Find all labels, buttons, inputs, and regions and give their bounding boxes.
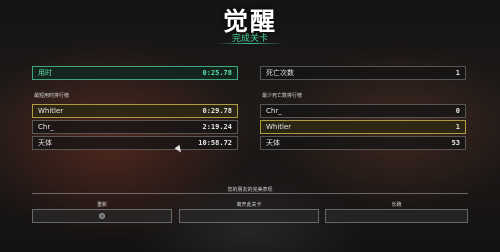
subtitle-underline: [216, 43, 284, 44]
player-time: 0:29.78: [202, 107, 232, 115]
circle-icon: [99, 213, 105, 219]
player-name: Chr_: [38, 123, 54, 131]
time-row: 用时 0:25.78: [32, 66, 238, 80]
leaderboard-row: 天体 53: [260, 136, 466, 150]
retry-button[interactable]: [32, 209, 172, 223]
deaths-row: 死亡次数 1: [260, 66, 466, 80]
exit-level-button-label: 离开此关卡: [236, 202, 262, 208]
player-time: 2:19.24: [202, 123, 232, 131]
speedrun-button[interactable]: [325, 209, 468, 223]
friends-performance-note: 您的朋友的完美表现: [227, 187, 273, 193]
leaderboard-row: 天体 10:58.72: [32, 136, 238, 150]
player-time: 10:58.72: [198, 139, 232, 147]
time-label: 用时: [38, 69, 52, 77]
player-deaths: 0: [455, 107, 460, 115]
player-name: 天体: [266, 139, 280, 147]
fastest-time-leaderboard-label: 最短用时排行榜: [34, 93, 70, 99]
retry-button-label: 重新: [96, 202, 107, 208]
leaderboard-row: Whitler 1: [260, 120, 466, 134]
time-value: 0:25.78: [202, 69, 232, 77]
player-deaths: 53: [451, 139, 460, 147]
leaderboard-row: Chr_ 0: [260, 104, 466, 118]
leaderboard-row: Whitler 0:29.78: [32, 104, 238, 118]
deaths-value: 1: [455, 69, 460, 77]
player-name: Whitler: [266, 123, 292, 131]
player-name: 天体: [38, 139, 52, 147]
fewest-deaths-leaderboard-label: 最少死亡数排行榜: [262, 93, 303, 99]
leaderboard-row: Chr_ 2:19.24: [32, 120, 238, 134]
exit-level-button[interactable]: [179, 209, 319, 223]
footer-divider: [32, 193, 468, 194]
deaths-label: 死亡次数: [266, 69, 294, 77]
player-deaths: 1: [455, 123, 460, 131]
player-name: Chr_: [266, 107, 282, 115]
speedrun-button-label: 长跑: [391, 202, 402, 208]
player-name: Whitler: [38, 107, 64, 115]
